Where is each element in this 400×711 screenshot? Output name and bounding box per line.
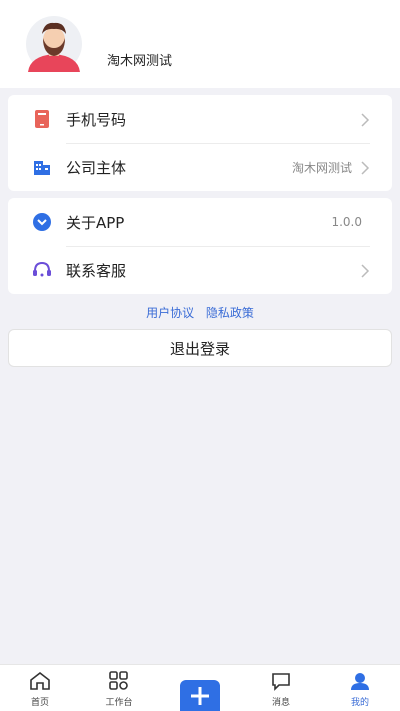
version-value: 1.0.0 — [331, 215, 362, 229]
user-name: 淘木网测试 — [107, 54, 173, 69]
chevron-right-icon — [360, 112, 370, 127]
tab-workbench[interactable]: 工作台 — [94, 669, 144, 708]
chevron-right-icon — [360, 263, 370, 278]
about-label: 关于APP — [66, 213, 125, 232]
logout-button[interactable]: 退出登录 — [8, 329, 392, 367]
about-icon — [32, 212, 52, 232]
plus-icon — [191, 686, 209, 705]
tab-home[interactable]: 首页 — [15, 669, 65, 708]
account-card: 手机号码 公司主体 淘木网测试 — [8, 95, 392, 191]
chevron-right-icon — [360, 160, 370, 175]
tab-home-label: 首页 — [30, 698, 49, 708]
phone-label: 手机号码 — [66, 110, 127, 129]
privacy-policy-link[interactable]: 隐私政策 — [206, 306, 254, 320]
support-label: 联系客服 — [66, 261, 127, 280]
tab-msg-label: 消息 — [271, 698, 290, 708]
company-label: 公司主体 — [66, 158, 127, 177]
company-row[interactable]: 公司主体 淘木网测试 — [8, 143, 392, 191]
grid-icon — [94, 669, 144, 693]
tab-mine-label: 我的 — [350, 698, 369, 708]
company-value: 淘木网测试 — [291, 160, 352, 175]
profile-header: 淘木网测试 — [0, 0, 400, 88]
info-card: 关于APP 1.0.0 联系客服 — [8, 198, 392, 294]
message-icon — [256, 669, 306, 693]
policy-links: 用户协议 隐私政策 — [0, 304, 400, 321]
tab-work-label: 工作台 — [105, 698, 133, 708]
tab-mine[interactable]: 我的 — [335, 669, 385, 708]
add-button[interactable] — [180, 680, 220, 711]
avatar[interactable] — [22, 16, 86, 72]
phone-row[interactable]: 手机号码 — [8, 95, 392, 143]
about-row[interactable]: 关于APP 1.0.0 — [8, 198, 392, 246]
headset-icon — [32, 260, 52, 280]
support-row[interactable]: 联系客服 — [8, 246, 392, 294]
user-icon — [335, 669, 385, 693]
home-icon — [15, 669, 65, 693]
company-icon — [32, 157, 52, 177]
phone-icon — [32, 109, 52, 129]
user-agreement-link[interactable]: 用户协议 — [146, 306, 194, 320]
tab-messages[interactable]: 消息 — [256, 669, 306, 708]
